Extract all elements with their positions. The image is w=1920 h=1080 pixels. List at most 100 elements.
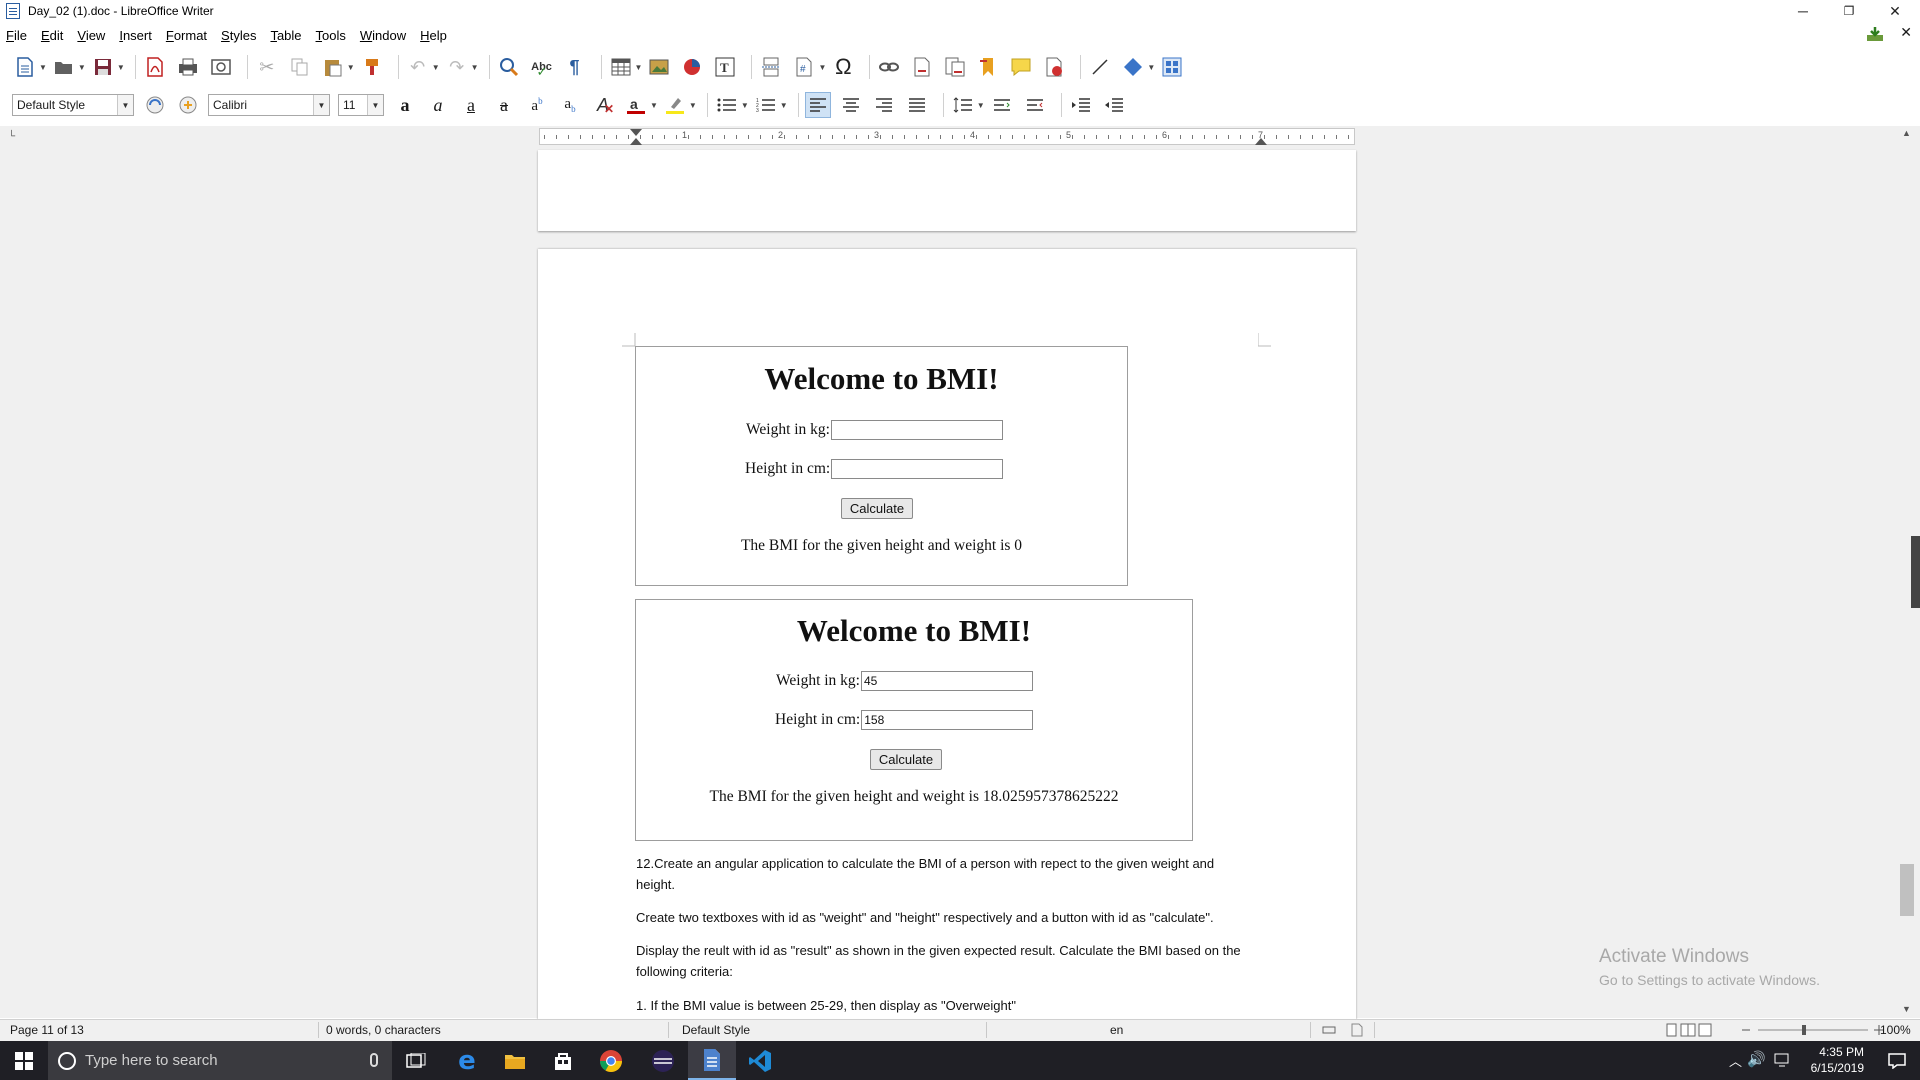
- save-icon[interactable]: [90, 54, 116, 80]
- save-dropdown-icon[interactable]: ▼: [117, 63, 125, 72]
- vscode-icon[interactable]: [736, 1041, 784, 1080]
- weight-input[interactable]: 45: [861, 671, 1033, 691]
- align-right-icon[interactable]: [871, 92, 897, 118]
- basic-shapes-icon[interactable]: [1120, 54, 1146, 80]
- formatting-marks-icon[interactable]: ¶: [562, 54, 588, 80]
- bold-icon[interactable]: a: [392, 92, 418, 118]
- decrease-indent-icon[interactable]: [1101, 92, 1127, 118]
- undo-dropdown-icon[interactable]: ▼: [432, 63, 440, 72]
- insert-comment-icon[interactable]: [1008, 54, 1034, 80]
- file-explorer-icon[interactable]: [491, 1041, 539, 1080]
- align-center-icon[interactable]: [838, 92, 864, 118]
- language[interactable]: en: [1110, 1023, 1123, 1037]
- calculate-button[interactable]: Calculate: [841, 498, 913, 519]
- store-icon[interactable]: [539, 1041, 587, 1080]
- menu-window[interactable]: Window: [360, 28, 406, 43]
- page-count[interactable]: Page 11 of 13: [10, 1023, 84, 1037]
- menu-insert[interactable]: Insert: [119, 28, 152, 43]
- underline-icon[interactable]: a: [458, 92, 484, 118]
- insert-page-break-icon[interactable]: [758, 54, 784, 80]
- highlight-dropdown-icon[interactable]: ▼: [689, 101, 697, 110]
- chevron-down-icon[interactable]: ▼: [313, 95, 329, 115]
- line-spacing-dropdown-icon[interactable]: ▼: [977, 101, 985, 110]
- zoom-slider[interactable]: [1740, 1023, 1890, 1037]
- menu-edit[interactable]: Edit: [41, 28, 63, 43]
- close-window-button[interactable]: ✕: [1872, 0, 1918, 22]
- subscript-icon[interactable]: ab: [557, 92, 583, 118]
- open-dropdown-icon[interactable]: ▼: [78, 63, 86, 72]
- strikethrough-icon[interactable]: a: [491, 92, 517, 118]
- numbering-dropdown-icon[interactable]: ▼: [780, 101, 788, 110]
- redo-dropdown-icon[interactable]: ▼: [471, 63, 479, 72]
- unordered-list-icon[interactable]: [714, 92, 740, 118]
- left-indent-marker[interactable]: [630, 138, 642, 145]
- clone-formatting-icon[interactable]: [359, 54, 385, 80]
- align-left-icon[interactable]: [804, 92, 831, 118]
- update-style-icon[interactable]: [142, 92, 168, 118]
- calculate-button[interactable]: Calculate: [870, 749, 942, 770]
- weight-input[interactable]: [831, 420, 1003, 440]
- restore-button[interactable]: ❐: [1826, 0, 1872, 22]
- paragraph-style-select[interactable]: Default Style ▼: [12, 94, 134, 116]
- show-hidden-icons-icon[interactable]: ︿: [1729, 1051, 1742, 1070]
- insert-textbox-icon[interactable]: T: [712, 54, 738, 80]
- spelling-icon[interactable]: Abc ✓: [529, 54, 555, 80]
- task-view-icon[interactable]: [392, 1041, 440, 1080]
- font-name-select[interactable]: Calibri ▼: [208, 94, 330, 116]
- insert-hyperlink-icon[interactable]: [876, 54, 902, 80]
- find-replace-icon[interactable]: [496, 54, 522, 80]
- word-count[interactable]: 0 words, 0 characters: [326, 1023, 441, 1037]
- selection-mode-icon[interactable]: [1322, 1023, 1336, 1037]
- font-size-select[interactable]: 11 ▼: [338, 94, 384, 116]
- sidebar-collapse-handle[interactable]: [1911, 536, 1920, 608]
- tab-stop-type-icon[interactable]: └: [8, 131, 15, 142]
- clear-formatting-icon[interactable]: A ✕: [590, 92, 616, 118]
- decrease-paragraph-spacing-icon[interactable]: [1022, 92, 1048, 118]
- network-icon[interactable]: [1774, 1052, 1790, 1068]
- horizontal-ruler[interactable]: 1 2 3 4 5 6 7: [539, 128, 1355, 145]
- paste-dropdown-icon[interactable]: ▼: [347, 63, 355, 72]
- new-document-icon[interactable]: [12, 54, 38, 80]
- special-character-icon[interactable]: Ω: [830, 54, 856, 80]
- volume-icon[interactable]: 🔊: [1747, 1050, 1766, 1068]
- new-style-icon[interactable]: [175, 92, 201, 118]
- track-changes-icon[interactable]: [1041, 54, 1067, 80]
- chevron-down-icon[interactable]: ▼: [367, 95, 383, 115]
- menu-format[interactable]: Format: [166, 28, 207, 43]
- bmi-screenshot-filled[interactable]: Welcome to BMI! Weight in kg: 45 Height …: [635, 599, 1193, 841]
- justify-icon[interactable]: [904, 92, 930, 118]
- menu-help[interactable]: Help: [420, 28, 447, 43]
- page-style[interactable]: Default Style: [682, 1023, 750, 1037]
- print-icon[interactable]: [175, 54, 201, 80]
- ordered-list-icon[interactable]: 123: [753, 92, 779, 118]
- insert-endnote-icon[interactable]: [942, 54, 968, 80]
- increase-paragraph-spacing-icon[interactable]: [989, 92, 1015, 118]
- field-dropdown-icon[interactable]: ▼: [818, 63, 826, 72]
- cut-icon[interactable]: ✂: [254, 54, 280, 80]
- insert-field-icon[interactable]: #: [791, 54, 817, 80]
- close-document-button[interactable]: ✕: [1900, 24, 1912, 41]
- view-layout-icons[interactable]: [1666, 1023, 1712, 1037]
- new-dropdown-icon[interactable]: ▼: [39, 63, 47, 72]
- insert-line-icon[interactable]: [1087, 54, 1113, 80]
- scroll-down-icon[interactable]: ▼: [1902, 1004, 1911, 1014]
- insert-chart-icon[interactable]: [679, 54, 705, 80]
- taskbar-search[interactable]: Type here to search: [48, 1041, 392, 1080]
- draw-functions-icon[interactable]: [1159, 54, 1185, 80]
- chrome-icon[interactable]: [587, 1041, 635, 1080]
- libreoffice-writer-taskbar-icon[interactable]: [688, 1041, 736, 1080]
- start-button[interactable]: [0, 1041, 48, 1080]
- taskbar-clock[interactable]: 4:35 PM 6/15/2019: [1811, 1044, 1864, 1076]
- menu-table[interactable]: Table: [270, 28, 301, 43]
- export-pdf-icon[interactable]: [142, 54, 168, 80]
- update-download-icon[interactable]: [1866, 26, 1884, 42]
- action-center-icon[interactable]: [1888, 1053, 1906, 1069]
- font-color-dropdown-icon[interactable]: ▼: [650, 101, 658, 110]
- menu-styles[interactable]: Styles: [221, 28, 256, 43]
- print-preview-icon[interactable]: [208, 54, 234, 80]
- eclipse-icon[interactable]: [639, 1041, 687, 1080]
- copy-icon[interactable]: [287, 54, 313, 80]
- bullets-dropdown-icon[interactable]: ▼: [741, 101, 749, 110]
- minimize-button[interactable]: ─: [1780, 0, 1826, 22]
- undo-icon[interactable]: ↶: [405, 54, 431, 80]
